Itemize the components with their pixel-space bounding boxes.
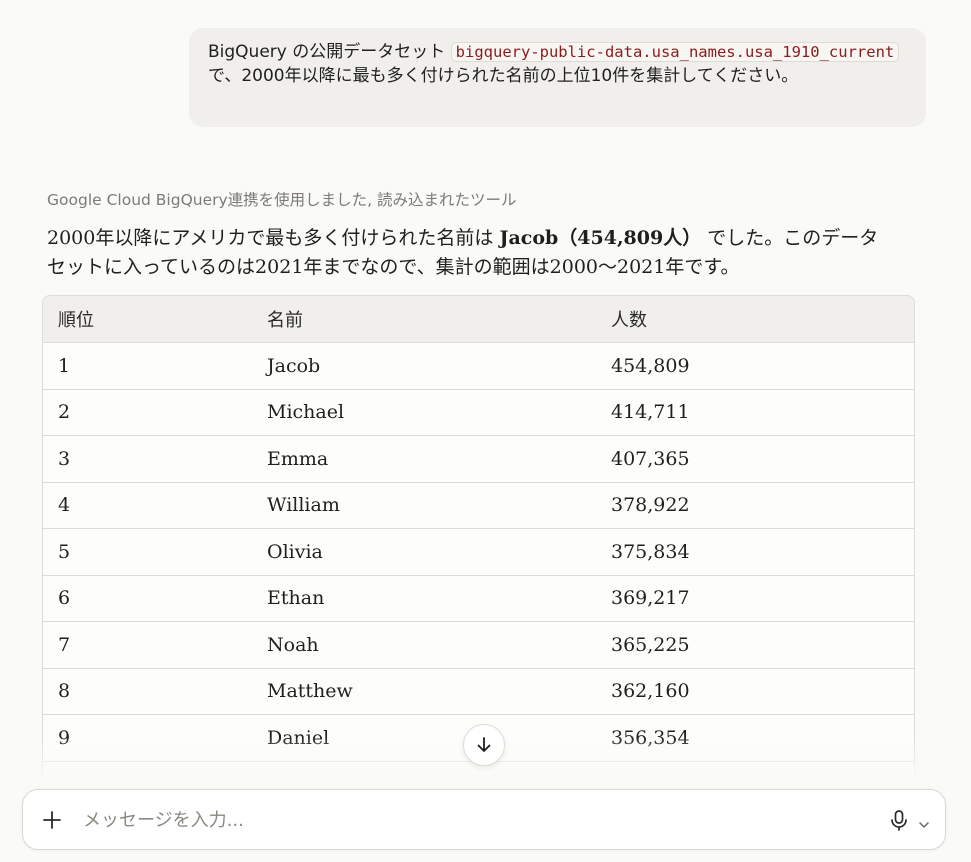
cell-name: Olivia: [252, 528, 596, 576]
results-table: 順位 名前 人数 1 Jacob 454,809 2 Michael 414,7…: [42, 295, 915, 777]
cell-rank: 7: [43, 621, 252, 669]
table-row: 1 Jacob 454,809: [43, 342, 914, 390]
header-name: 名前: [252, 296, 596, 343]
table-row: 3 Emma 407,365: [43, 435, 914, 483]
table-row: 8 Matthew 362,160: [43, 668, 914, 715]
voice-input-button[interactable]: [889, 809, 909, 833]
cell-count: 356,354: [596, 714, 914, 762]
header-rank: 順位: [43, 296, 252, 343]
cell-rank: 2: [43, 389, 252, 436]
cell-rank: 9: [43, 714, 252, 762]
cell-name: Emma: [252, 435, 596, 483]
scroll-to-bottom-button[interactable]: [463, 724, 505, 766]
cell-rank: 1: [43, 342, 252, 390]
dataset-code: bigquery-public-data.usa_names.usa_1910_…: [450, 42, 900, 62]
table-row: 7 Noah 365,225: [43, 621, 914, 669]
message-input[interactable]: [81, 804, 845, 836]
assistant-answer: 2000年以降にアメリカで最も多く付けられた名前は Jacob（454,809人…: [47, 224, 897, 282]
add-attachment-button[interactable]: [41, 809, 63, 831]
cell-name: Noah: [252, 621, 596, 669]
plus-icon: [43, 811, 61, 829]
table-header-row: 順位 名前 人数: [43, 296, 914, 343]
cell-name: William: [252, 482, 596, 529]
arrow-down-icon: [477, 737, 491, 752]
cell-count: 407,365: [596, 435, 914, 483]
model-menu-button[interactable]: [918, 815, 930, 828]
cell-count: 378,922: [596, 482, 914, 529]
user-message-text-after: で、2000年以降に最も多く付けられた名前の上位10件を集計してください。: [208, 66, 799, 86]
cell-name: Emily: [252, 761, 596, 777]
cell-rank: 8: [43, 668, 252, 715]
header-count: 人数: [596, 296, 914, 343]
table-row: 5 Olivia 375,834: [43, 528, 914, 576]
user-message-bubble: BigQuery の公開データセット bigquery-public-data.…: [189, 28, 926, 127]
cell-name: Daniel: [252, 714, 596, 762]
tool-usage-status[interactable]: Google Cloud BigQuery連携を使用しました, 読み込まれたツー…: [47, 188, 517, 210]
cell-count: 414,711: [596, 389, 914, 436]
cell-rank: 10: [43, 761, 252, 777]
cell-name: Michael: [252, 389, 596, 436]
table-row: 4 William 378,922: [43, 482, 914, 529]
cell-rank: 5: [43, 528, 252, 576]
cell-count: 375,834: [596, 528, 914, 576]
cell-count: 354,815: [596, 761, 914, 777]
answer-lead: 2000年以降にアメリカで最も多く付けられた名前は: [47, 227, 500, 249]
cell-name: Ethan: [252, 575, 596, 622]
cell-count: 454,809: [596, 342, 914, 390]
user-message-text-before: BigQuery の公開データセット: [208, 42, 451, 62]
chevron-down-icon: [919, 822, 929, 828]
table-row: 2 Michael 414,711: [43, 389, 914, 436]
table-row: 6 Ethan 369,217: [43, 575, 914, 622]
microphone-icon: [891, 810, 907, 831]
cell-name: Matthew: [252, 668, 596, 715]
cell-count: 365,225: [596, 621, 914, 669]
answer-highlight: Jacob（454,809人）: [499, 227, 702, 249]
cell-count: 369,217: [596, 575, 914, 622]
cell-rank: 4: [43, 482, 252, 529]
message-composer: [22, 789, 946, 850]
cell-rank: 6: [43, 575, 252, 622]
cell-name: Jacob: [252, 342, 596, 390]
cell-rank: 3: [43, 435, 252, 483]
cell-count: 362,160: [596, 668, 914, 715]
